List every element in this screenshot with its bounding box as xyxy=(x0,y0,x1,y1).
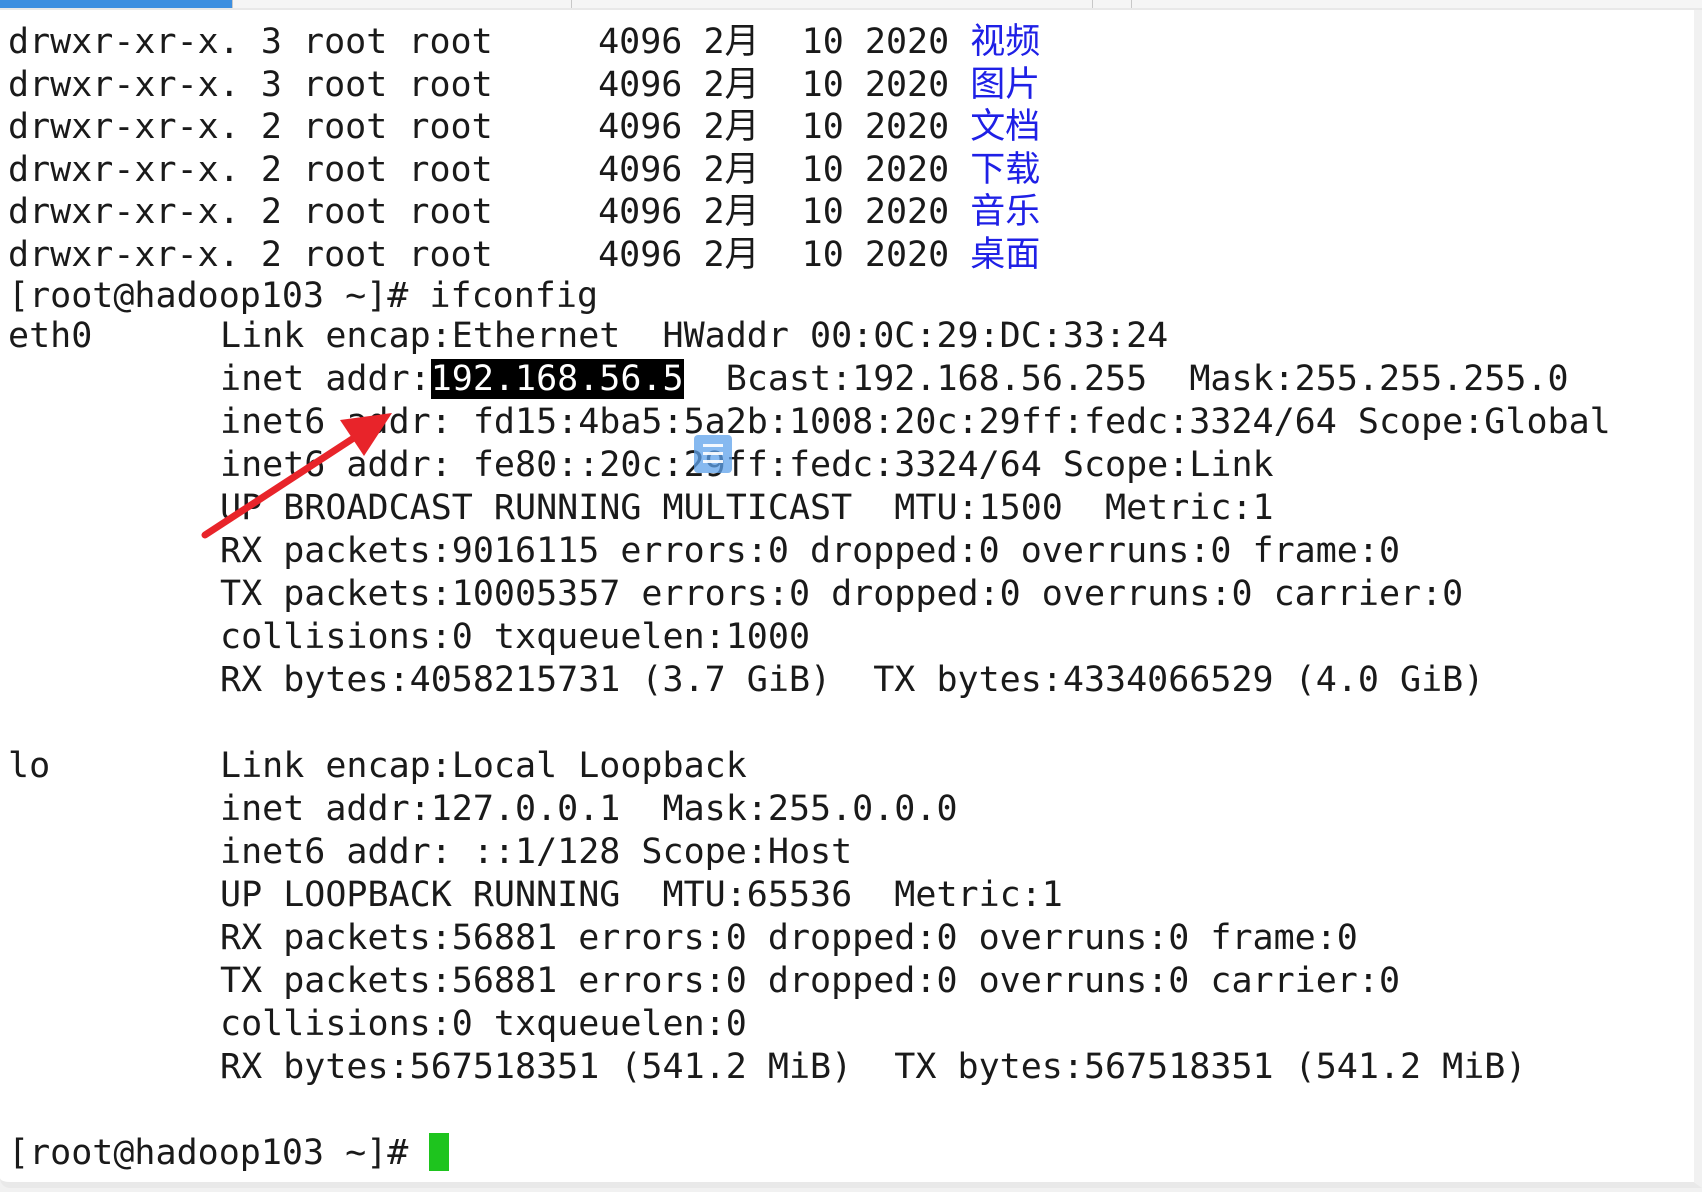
ls-owner: root xyxy=(303,234,388,275)
ls-row: drwxr-xr-x. 2 root root 4096 2月 10 2020 … xyxy=(8,150,1040,190)
eth0-inet-rest: Bcast:192.168.56.255 Mask:255.255.255.0 xyxy=(683,359,1569,399)
ls-link-count: 3 xyxy=(260,64,282,105)
eth0-inet6-link-line: inet6 addr: fe80::20c:29ff:fedc:3324/64 … xyxy=(220,445,1274,485)
ls-owner: root xyxy=(303,149,388,190)
ls-size: 4096 xyxy=(598,64,683,105)
ls-row: drwxr-xr-x. 2 root root 4096 2月 10 2020 … xyxy=(8,107,1040,147)
ls-link-count: 3 xyxy=(260,22,282,62)
eth0-tx-packets-line: TX packets:10005357 errors:0 dropped:0 o… xyxy=(220,574,1464,614)
ls-size: 4096 xyxy=(598,22,683,62)
ls-directory-name[interactable]: 视频 xyxy=(970,22,1040,62)
final-prompt-line[interactable]: [root@hadoop103 ~]# xyxy=(8,1133,450,1173)
tab-4[interactable] xyxy=(1093,0,1132,8)
ls-year: 2020 xyxy=(864,149,950,190)
ls-size: 4096 xyxy=(598,234,683,275)
ls-day: 10 xyxy=(801,192,844,232)
ls-day: 10 xyxy=(801,22,844,62)
ls-permissions: drwxr-xr-x. xyxy=(8,22,240,62)
ls-row: drwxr-xr-x. 2 root root 4096 2月 10 2020 … xyxy=(8,235,1040,275)
ls-group: root xyxy=(408,234,493,275)
eth0-inet-prefix: inet addr: xyxy=(220,359,431,399)
ls-row: drwxr-xr-x. 2 root root 4096 2月 10 2020 … xyxy=(8,192,1040,232)
command-text: ifconfig xyxy=(429,276,599,316)
ls-permissions: drwxr-xr-x. xyxy=(8,192,240,232)
ls-month: 2月 xyxy=(703,22,760,62)
eth0-rx-packets-line: RX packets:9016115 errors:0 dropped:0 ov… xyxy=(220,531,1401,571)
ls-permissions: drwxr-xr-x. xyxy=(8,107,240,147)
ls-owner: root xyxy=(303,107,388,147)
ls-row: drwxr-xr-x. 3 root root 4096 2月 10 2020 … xyxy=(8,22,1040,62)
ls-group: root xyxy=(408,192,493,232)
ls-month: 2月 xyxy=(703,149,760,190)
ls-group: root xyxy=(408,107,493,147)
lo-link-line: Link encap:Local Loopback xyxy=(220,746,747,786)
ls-row: drwxr-xr-x. 3 root root 4096 2月 10 2020 … xyxy=(8,65,1040,105)
ls-month: 2月 xyxy=(703,192,760,232)
tab-strip xyxy=(0,0,1702,10)
lo-collisions-line: collisions:0 txqueuelen:0 xyxy=(220,1004,747,1044)
ls-link-count: 2 xyxy=(260,192,282,232)
ls-directory-name[interactable]: 桌面 xyxy=(970,235,1040,275)
ls-owner: root xyxy=(303,22,388,62)
ls-directory-name[interactable]: 图片 xyxy=(970,65,1040,105)
lo-rx-packets-line: RX packets:56881 errors:0 dropped:0 over… xyxy=(220,918,1358,958)
lo-inet6-line: inet6 addr: ::1/128 Scope:Host xyxy=(220,832,853,872)
ls-day: 10 xyxy=(801,107,844,147)
eth0-link-line: Link encap:Ethernet HWaddr 00:0C:29:DC:3… xyxy=(220,316,1169,356)
eth0-inet6-global-line: inet6 addr: fd15:4ba5:5a2b:1008:20c:29ff… xyxy=(220,402,1611,442)
ls-directory-name[interactable]: 音乐 xyxy=(970,192,1040,232)
ls-year: 2020 xyxy=(864,107,950,147)
lo-tx-packets-line: TX packets:56881 errors:0 dropped:0 over… xyxy=(220,961,1401,1001)
eth0-interface-name: eth0 xyxy=(8,316,93,356)
final-shell-prompt: [root@hadoop103 ~]# xyxy=(8,1133,409,1173)
tab-active[interactable] xyxy=(0,0,233,8)
ls-link-count: 2 xyxy=(260,149,282,190)
ls-owner: root xyxy=(303,64,388,105)
eth0-bytes-line: RX bytes:4058215731 (3.7 GiB) TX bytes:4… xyxy=(220,660,1485,700)
ls-month: 2月 xyxy=(703,64,760,105)
shell-prompt: [root@hadoop103 ~]# xyxy=(8,276,409,316)
ls-permissions: drwxr-xr-x. xyxy=(8,234,240,275)
ls-group: root xyxy=(408,22,493,62)
ls-year: 2020 xyxy=(864,64,950,105)
ls-year: 2020 xyxy=(864,234,950,275)
eth0-inet-line: inet addr:192.168.56.5 Bcast:192.168.56.… xyxy=(220,359,1569,399)
terminal-cursor xyxy=(429,1133,450,1171)
ls-group: root xyxy=(408,64,493,105)
ls-link-count: 2 xyxy=(260,107,282,147)
floating-note-icon[interactable] xyxy=(694,435,732,473)
command-line: [root@hadoop103 ~]# ifconfig xyxy=(8,276,598,316)
ls-day: 10 xyxy=(801,149,844,190)
ls-directory-name[interactable]: 下载 xyxy=(970,150,1040,190)
tab-5[interactable] xyxy=(1132,0,1702,8)
lo-bytes-line: RX bytes:567518351 (541.2 MiB) TX bytes:… xyxy=(220,1047,1527,1087)
ls-group: root xyxy=(408,149,493,190)
ls-permissions: drwxr-xr-x. xyxy=(8,149,240,190)
eth0-flags-line: UP BROADCAST RUNNING MULTICAST MTU:1500 … xyxy=(220,488,1274,528)
eth0-collisions-line: collisions:0 txqueuelen:1000 xyxy=(220,617,811,657)
lo-interface-name: lo xyxy=(8,746,51,786)
ls-size: 4096 xyxy=(598,149,683,190)
selected-ip-address[interactable]: 192.168.56.5 xyxy=(430,359,684,399)
ls-size: 4096 xyxy=(598,192,683,232)
screenshot-frame: drwxr-xr-x. 3 root root 4096 2月 10 2020 … xyxy=(0,0,1702,1192)
ls-month: 2月 xyxy=(703,107,760,147)
tab-2[interactable] xyxy=(233,0,572,8)
ls-owner: root xyxy=(303,192,388,232)
tab-3[interactable] xyxy=(572,0,1093,8)
lo-flags-line: UP LOOPBACK RUNNING MTU:65536 Metric:1 xyxy=(220,875,1063,915)
ls-size: 4096 xyxy=(598,107,683,147)
terminal-output[interactable]: drwxr-xr-x. 3 root root 4096 2月 10 2020 … xyxy=(0,10,1702,1188)
ls-link-count: 2 xyxy=(260,234,282,275)
ls-month: 2月 xyxy=(703,234,760,275)
ls-directory-name[interactable]: 文档 xyxy=(970,107,1040,147)
ls-day: 10 xyxy=(801,234,844,275)
ls-year: 2020 xyxy=(864,22,950,62)
lo-inet-line: inet addr:127.0.0.1 Mask:255.0.0.0 xyxy=(220,789,958,829)
ls-permissions: drwxr-xr-x. xyxy=(8,64,240,105)
ls-year: 2020 xyxy=(864,192,950,232)
ls-day: 10 xyxy=(801,64,844,105)
